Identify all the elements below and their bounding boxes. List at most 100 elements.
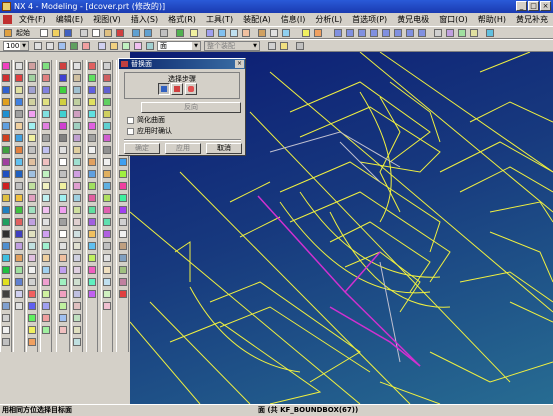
quick-pick-icon[interactable] <box>280 42 288 50</box>
patch-mold-icon[interactable] <box>73 290 81 298</box>
menu-view[interactable]: 视图(V) <box>88 14 126 25</box>
view-restore-icon[interactable] <box>103 218 111 226</box>
fillet-tool-icon[interactable] <box>59 86 67 94</box>
select-icon[interactable] <box>176 29 184 37</box>
view-partial-icon[interactable] <box>103 170 111 178</box>
matching-icon[interactable] <box>28 278 36 286</box>
split-mold-icon[interactable] <box>73 314 81 322</box>
feature-op-11-icon[interactable] <box>119 182 127 190</box>
view-back-icon[interactable] <box>382 29 390 37</box>
runner-icon[interactable] <box>73 170 81 178</box>
paste-icon[interactable] <box>104 29 112 37</box>
feature-op-16-icon[interactable] <box>119 242 127 250</box>
simplify-surface-checkbox-box[interactable] <box>127 117 134 124</box>
view-trimetric-icon[interactable] <box>418 29 426 37</box>
measure-icon[interactable] <box>458 29 466 37</box>
groove-icon[interactable] <box>2 218 10 226</box>
menu-supplement[interactable]: 黄兄补充 <box>511 14 553 25</box>
check-icon[interactable] <box>73 266 81 274</box>
cylinder-icon[interactable] <box>2 122 10 130</box>
text-icon[interactable] <box>42 134 50 142</box>
analysis-distance-icon[interactable] <box>88 134 96 142</box>
rib-icon[interactable] <box>15 170 23 178</box>
snap-icon[interactable] <box>302 29 310 37</box>
view-section-icon[interactable] <box>103 122 111 130</box>
point-set-icon[interactable] <box>15 62 23 70</box>
studio-icon[interactable] <box>28 218 36 226</box>
standard-parts-icon[interactable] <box>73 110 81 118</box>
offset-sketch-icon[interactable] <box>59 290 67 298</box>
plane-create-icon[interactable] <box>42 110 50 118</box>
menu-file[interactable]: 文件(F) <box>14 14 51 25</box>
drawing-icon[interactable] <box>73 230 81 238</box>
redo-icon[interactable] <box>144 29 152 37</box>
lip-icon[interactable] <box>15 254 23 262</box>
extract-icon[interactable] <box>42 170 50 178</box>
feature-op-18-icon[interactable] <box>119 266 127 274</box>
grid-icon[interactable] <box>34 42 42 50</box>
intersect-icon[interactable] <box>2 278 10 286</box>
analysis-radius-icon[interactable] <box>88 86 96 94</box>
menu-preferences[interactable]: 首选项(P) <box>347 14 392 25</box>
point-grid-icon[interactable] <box>59 230 67 238</box>
tooling-icon[interactable] <box>73 254 81 262</box>
trim-body-icon[interactable] <box>2 290 10 298</box>
point-icon[interactable] <box>314 29 322 37</box>
mold-wizard-icon[interactable] <box>73 62 81 70</box>
gate-icon[interactable] <box>73 158 81 166</box>
bridge-icon[interactable] <box>28 62 36 70</box>
bridge-curve-icon[interactable] <box>42 206 50 214</box>
analysis-section-icon[interactable] <box>88 170 96 178</box>
view-light-icon[interactable] <box>103 266 111 274</box>
view-hidden-icon[interactable] <box>103 158 111 166</box>
global-shaping-icon[interactable] <box>28 242 36 250</box>
view-orient-icon[interactable] <box>282 29 290 37</box>
smooth-icon[interactable] <box>28 314 36 322</box>
boolean-icon[interactable] <box>2 242 10 250</box>
block-icon[interactable] <box>2 110 10 118</box>
minimize-button[interactable]: _ <box>516 1 527 11</box>
shaded-icon[interactable] <box>258 29 266 37</box>
save-icon[interactable] <box>64 29 72 37</box>
patch-icon[interactable] <box>15 194 23 202</box>
view-face-analysis-icon[interactable] <box>103 182 111 190</box>
divide-curve-icon[interactable] <box>42 278 50 286</box>
enlarge-icon[interactable] <box>28 266 36 274</box>
feature-op-20-icon[interactable] <box>119 290 127 298</box>
feature-op-10-icon[interactable] <box>119 170 127 178</box>
stretch-icon[interactable] <box>42 314 50 322</box>
extension-icon[interactable] <box>28 134 36 142</box>
spline-icon[interactable] <box>15 110 23 118</box>
line-tool-icon[interactable] <box>59 62 67 70</box>
curve-rule-icon[interactable] <box>122 42 130 50</box>
feature-op-15-icon[interactable] <box>119 230 127 238</box>
sweep-icon[interactable] <box>2 98 10 106</box>
cooling-icon[interactable] <box>73 182 81 190</box>
zoom-icon[interactable] <box>218 29 226 37</box>
offset-surface-icon[interactable] <box>28 170 36 178</box>
project-icon[interactable] <box>42 146 50 154</box>
wcs-icon[interactable] <box>58 42 66 50</box>
feature-op-9-icon[interactable] <box>119 158 127 166</box>
reverse-direction-button[interactable]: 反向 <box>141 102 241 113</box>
view-shade-icon[interactable] <box>103 134 111 142</box>
cancel-button[interactable]: 取消 <box>206 143 242 154</box>
chamfer-icon[interactable] <box>15 122 23 130</box>
simplify-surface-checkbox[interactable]: 简化曲面 <box>127 116 165 125</box>
edit-object-icon[interactable] <box>82 42 90 50</box>
print-icon[interactable] <box>160 29 168 37</box>
select-replacement-face-button[interactable] <box>171 83 183 95</box>
start-button[interactable]: 起始 <box>14 28 32 38</box>
menu-electrode[interactable]: 黄兄电极 <box>392 14 434 25</box>
confirm-on-apply-checkbox[interactable]: 应用时确认 <box>127 127 172 136</box>
face-rule-icon[interactable] <box>134 42 142 50</box>
rotate-icon[interactable] <box>230 29 238 37</box>
analysis-draft-icon[interactable] <box>88 74 96 82</box>
copy-icon[interactable] <box>92 29 100 37</box>
curve-length-icon[interactable] <box>42 302 50 310</box>
parting-icon[interactable] <box>73 74 81 82</box>
view-studio-icon[interactable] <box>103 194 111 202</box>
render-icon[interactable] <box>434 29 442 37</box>
draft-icon[interactable] <box>15 146 23 154</box>
view-capture-icon[interactable] <box>103 302 111 310</box>
